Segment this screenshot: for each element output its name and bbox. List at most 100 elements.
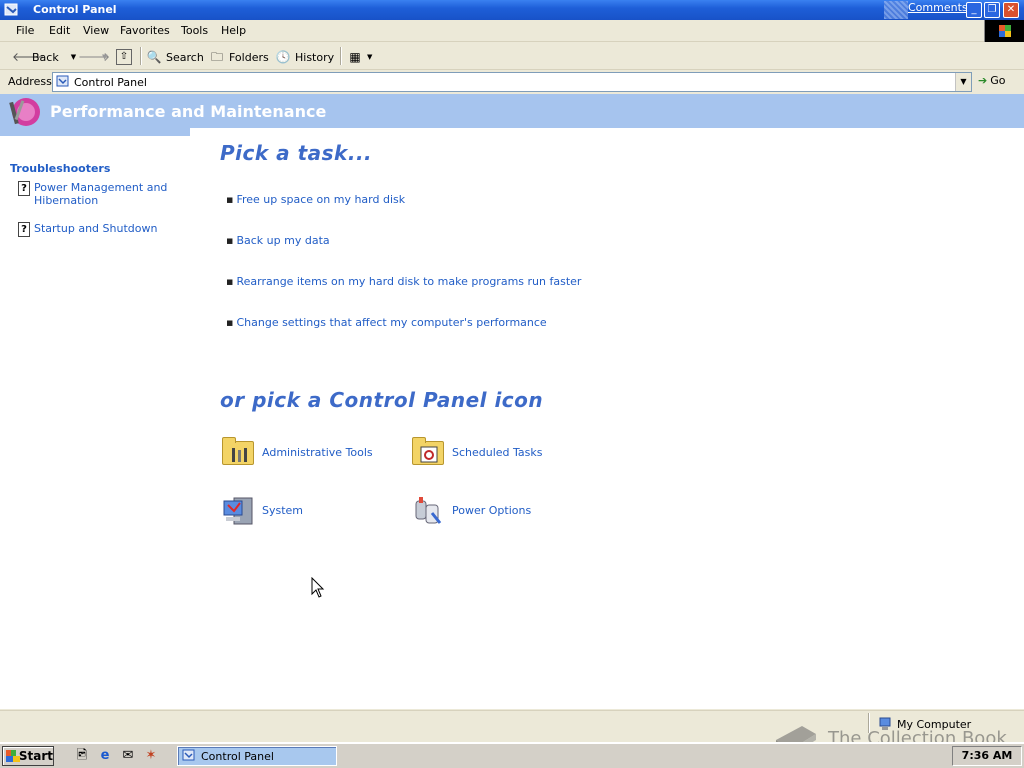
pick-icon-heading: or pick a Control Panel icon <box>220 388 544 412</box>
task-change-performance[interactable]: ▪ Change settings that affect my computer… <box>226 316 547 329</box>
cp-icon-label: System <box>262 503 304 517</box>
system-icon <box>222 495 256 525</box>
up-folder-button[interactable]: ⇧ <box>116 47 132 67</box>
go-arrow-icon: ➔ <box>978 74 988 87</box>
sidebar-item-power-management[interactable]: ? Power Management and Hibernation <box>18 181 178 207</box>
windows-logo <box>984 20 1024 42</box>
views-button[interactable]: ▦ ▼ <box>347 47 372 67</box>
control-panel-icon <box>182 749 195 761</box>
forward-arrow-icon: 🡒 <box>78 50 111 64</box>
folders-icon: 🗀 <box>210 50 223 64</box>
menu-bar: File Edit View Favorites Tools Help <box>0 20 1024 42</box>
menu-file[interactable]: File <box>16 24 34 37</box>
restore-button[interactable]: ❐ <box>984 2 1000 18</box>
quicklaunch-outlook-icon[interactable]: ✉ <box>120 748 136 764</box>
back-dropdown-icon[interactable]: ▼ <box>71 53 76 61</box>
minimize-button[interactable]: _ <box>966 2 982 18</box>
views-dropdown-icon: ▼ <box>367 53 373 61</box>
address-label: Address <box>8 75 52 88</box>
taskbar: Start 🖻 e ✉ ✶ Control Panel 7:36 AM <box>0 742 1024 768</box>
cp-icon-system[interactable]: System <box>222 495 303 525</box>
address-value: Control Panel <box>74 76 147 89</box>
forward-dropdown-icon[interactable]: ▼ <box>102 53 107 61</box>
cp-icon-label: Power Options <box>452 503 532 517</box>
sidebar-item-label: Power Management and Hibernation <box>34 181 168 207</box>
window-title: Control Panel <box>33 3 117 16</box>
control-panel-icon <box>56 75 69 87</box>
back-label: Back <box>32 50 59 64</box>
search-icon: 🔍 <box>146 50 162 64</box>
help-icon: ? <box>18 181 30 196</box>
windows-flag-icon <box>6 750 20 762</box>
start-label: Start <box>18 749 53 763</box>
task-free-up-space[interactable]: ▪ Free up space on my hard disk <box>226 193 405 206</box>
start-button[interactable]: Start <box>2 746 54 766</box>
views-icon: ▦ <box>349 50 361 64</box>
forward-button[interactable]: 🡒 ▼ <box>78 47 111 67</box>
quicklaunch-desktop-icon[interactable]: 🖻 <box>74 748 90 764</box>
taskbar-control-panel-button[interactable]: Control Panel <box>177 746 337 766</box>
history-icon: 🕓 <box>275 50 291 64</box>
toolbar-separator <box>340 47 342 65</box>
folders-button[interactable]: 🗀 Folders <box>209 47 269 67</box>
task-label: Change settings that affect my computer'… <box>236 316 547 329</box>
up-folder-icon: ⇧ <box>116 49 132 65</box>
address-dropdown-icon[interactable]: ▼ <box>955 73 971 91</box>
address-bar: Address Control Panel ▼ ➔ Go <box>0 71 1024 93</box>
mouse-cursor-icon <box>311 577 325 598</box>
menu-tools[interactable]: Tools <box>181 24 208 37</box>
task-rearrange-items[interactable]: ▪ Rearrange items on my hard disk to make… <box>226 275 581 288</box>
task-label: Back up my data <box>236 234 330 247</box>
menu-view[interactable]: View <box>83 24 109 37</box>
quicklaunch-msn-icon[interactable]: ✶ <box>143 748 159 764</box>
power-options-icon <box>412 495 446 525</box>
scheduled-tasks-icon <box>412 437 446 467</box>
go-label: Go <box>990 74 1006 87</box>
cp-icon-power-options[interactable]: Power Options <box>412 495 531 525</box>
category-header: Performance and Maintenance <box>0 94 1024 128</box>
address-input[interactable]: Control Panel ▼ <box>52 72 972 92</box>
bullet-icon: ▪ <box>226 234 234 247</box>
task-label: Free up space on my hard disk <box>236 193 406 206</box>
menu-edit[interactable]: Edit <box>49 24 70 37</box>
troubleshooters-heading: Troubleshooters <box>10 162 111 175</box>
system-tray-clock[interactable]: 7:36 AM <box>952 746 1022 766</box>
control-panel-icon <box>4 3 18 16</box>
task-label: Rearrange items on my hard disk to make … <box>236 275 582 288</box>
help-icon: ? <box>18 222 30 237</box>
cp-icon-scheduled-tasks[interactable]: Scheduled Tasks <box>412 437 543 467</box>
content-area: Performance and Maintenance Troubleshoot… <box>0 94 1024 709</box>
go-button[interactable]: ➔ Go <box>978 74 1005 87</box>
folders-label: Folders <box>229 50 269 64</box>
menu-favorites[interactable]: Favorites <box>120 24 170 37</box>
windows-flag-icon <box>999 25 1011 37</box>
admin-tools-icon <box>222 437 256 467</box>
category-title: Performance and Maintenance <box>50 102 327 121</box>
cp-icon-administrative-tools[interactable]: Administrative Tools <box>222 437 373 467</box>
title-bar[interactable]: Control Panel Comments? _ ❐ ✕ <box>0 0 1024 20</box>
history-label: History <box>295 50 335 64</box>
bullet-icon: ▪ <box>226 275 234 288</box>
taskbar-button-label: Control Panel <box>201 749 274 763</box>
pick-task-heading: Pick a task... <box>220 141 373 165</box>
back-button[interactable]: 🡐 Back ▼ <box>12 47 76 67</box>
close-button[interactable]: ✕ <box>1003 2 1019 18</box>
menu-help[interactable]: Help <box>221 24 246 37</box>
toolbar-separator <box>140 47 142 65</box>
task-back-up-data[interactable]: ▪ Back up my data <box>226 234 330 247</box>
bullet-icon: ▪ <box>226 193 234 206</box>
performance-maintenance-icon <box>9 98 40 126</box>
sidebar-item-label: Startup and Shutdown <box>34 222 158 235</box>
sidebar-item-startup-shutdown[interactable]: ? Startup and Shutdown <box>18 222 178 237</box>
search-button[interactable]: 🔍 Search <box>146 47 204 67</box>
cp-icon-label: Administrative Tools <box>262 445 373 459</box>
comments-logo-icon <box>884 1 908 19</box>
history-button[interactable]: 🕓 History <box>275 47 335 67</box>
header-band-extension <box>0 128 190 136</box>
search-label: Search <box>166 50 204 64</box>
toolbar: 🡐 Back ▼ 🡒 ▼ ⇧ 🔍 Search 🗀 Folders 🕓 Hist… <box>0 43 1024 70</box>
bullet-icon: ▪ <box>226 316 234 329</box>
quicklaunch-ie-icon[interactable]: e <box>97 748 113 764</box>
comments-link[interactable]: Comments? <box>908 1 973 14</box>
cp-icon-label: Scheduled Tasks <box>452 445 543 459</box>
